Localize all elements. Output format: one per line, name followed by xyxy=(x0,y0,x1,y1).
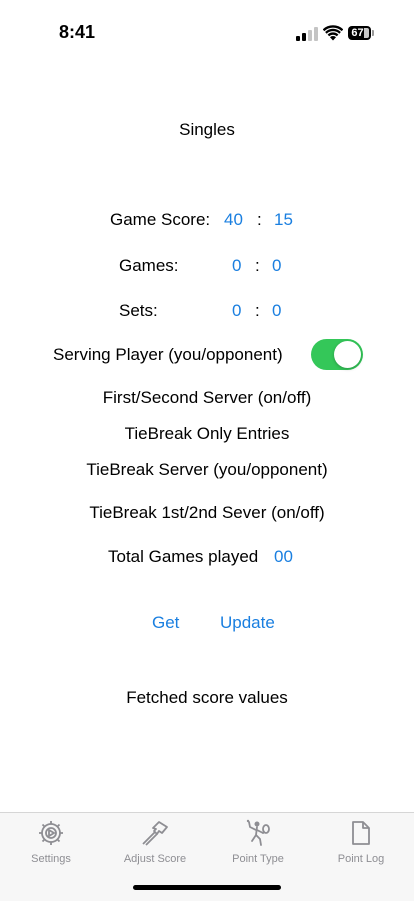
tab-point-type-label: Point Type xyxy=(232,853,284,865)
tab-settings-label: Settings xyxy=(31,853,71,865)
wifi-icon xyxy=(323,25,343,41)
tennis-player-icon xyxy=(246,819,270,846)
tab-point-log-label: Point Log xyxy=(337,853,385,865)
tab-point-type[interactable]: Point Type xyxy=(208,819,308,873)
battery-cap xyxy=(372,30,374,36)
cellular-signal-icon xyxy=(296,27,318,41)
total-games-label: Total Games played xyxy=(108,547,259,566)
game-score-separator: : xyxy=(257,210,262,229)
serving-player-toggle[interactable] xyxy=(311,339,363,370)
tiebreak-server-label: TieBreak Server (you/opponent) xyxy=(86,460,328,479)
sets-label: Sets: xyxy=(119,301,158,320)
sets-you[interactable]: 0 xyxy=(232,300,241,322)
sets-separator: : xyxy=(255,301,260,320)
total-games-value[interactable]: 00 xyxy=(274,546,293,568)
games-separator: : xyxy=(255,256,260,275)
tab-adjust-score[interactable]: Adjust Score xyxy=(105,819,205,873)
games-opponent[interactable]: 0 xyxy=(272,255,281,277)
get-button[interactable]: Get xyxy=(152,612,179,634)
document-icon xyxy=(352,821,370,845)
tiebreak-only-entries-label: TieBreak Only Entries xyxy=(124,424,290,443)
home-indicator xyxy=(133,885,281,890)
games-you[interactable]: 0 xyxy=(232,255,241,277)
tab-adjust-score-label: Adjust Score xyxy=(123,853,187,865)
fetched-score-values: Fetched score values xyxy=(126,688,288,707)
tab-point-log[interactable]: Point Log xyxy=(311,819,411,873)
serving-player-label: Serving Player (you/opponent) xyxy=(53,345,283,364)
update-button[interactable]: Update xyxy=(220,612,275,634)
gear-icon xyxy=(39,821,63,845)
sets-opponent[interactable]: 0 xyxy=(272,300,281,322)
games-label: Games: xyxy=(119,256,179,275)
game-score-opponent[interactable]: 15 xyxy=(274,209,293,231)
game-score-you[interactable]: 40 xyxy=(224,209,243,231)
hammer-icon xyxy=(142,821,168,846)
tiebreak-1st-2nd-label: TieBreak 1st/2nd Sever (on/off) xyxy=(89,503,325,522)
battery-level: 67 xyxy=(351,27,364,39)
game-score-label: Game Score: xyxy=(110,210,211,229)
page-title: Singles xyxy=(179,120,235,139)
battery-indicator: 67 xyxy=(348,26,375,40)
status-time: 8:41 xyxy=(59,22,96,42)
toggle-knob xyxy=(334,341,361,368)
tab-settings[interactable]: Settings xyxy=(1,819,101,873)
first-second-server-label: First/Second Server (on/off) xyxy=(102,388,312,407)
